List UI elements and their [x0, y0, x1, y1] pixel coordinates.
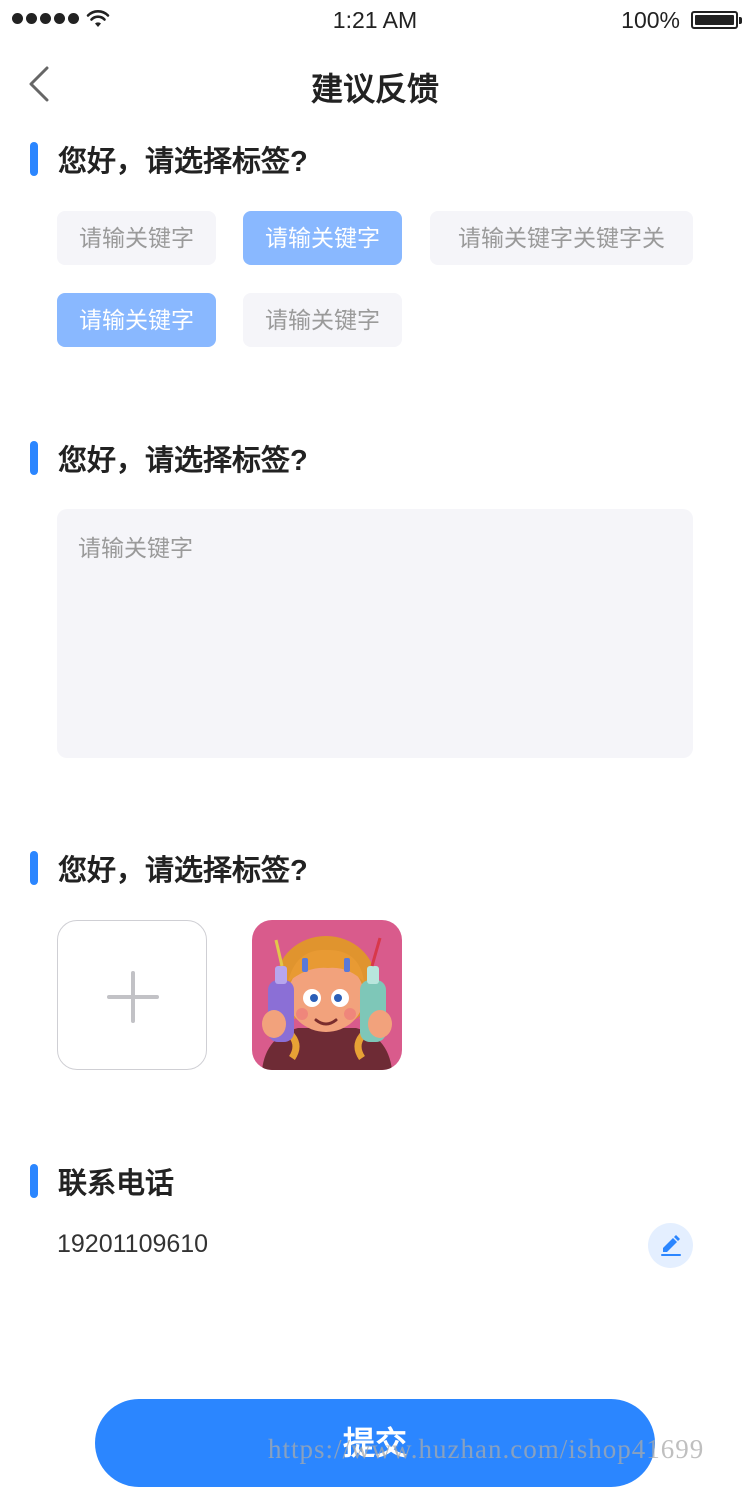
section-accent-bar	[30, 142, 38, 176]
section-title-tags: 您好，请选择标签?	[58, 146, 308, 178]
battery-level	[695, 15, 734, 25]
section-accent-bar	[30, 851, 38, 885]
add-image-button[interactable]	[57, 920, 207, 1070]
edit-phone-button[interactable]	[648, 1223, 693, 1268]
phone-number: 19201109610	[57, 1230, 209, 1258]
section-header-tags: 您好，请选择标签?	[30, 138, 308, 180]
textarea-placeholder: 请输关键字	[78, 535, 193, 561]
feedback-textarea[interactable]: 请输关键字	[57, 509, 693, 758]
section-title-phone: 联系电话	[58, 1168, 175, 1200]
pencil-icon	[661, 1235, 681, 1256]
section-accent-bar	[30, 1164, 38, 1198]
page-title: 建议反馈	[310, 71, 439, 107]
watermark-text: https://www.huzhan.com/ishop41699	[268, 1434, 705, 1464]
tag-option[interactable]: 请输关键字	[57, 211, 216, 265]
tag-option-selected[interactable]: 请输关键字	[243, 211, 402, 265]
section-header-phone: 联系电话	[30, 1160, 174, 1202]
section-accent-bar	[30, 441, 38, 475]
section-title-description: 您好，请选择标签?	[58, 445, 308, 477]
tag-option[interactable]: 请输关键字关键字关	[430, 211, 693, 265]
battery-percent: 100%	[621, 7, 680, 33]
status-bar: 1:21 AM 100%	[0, 0, 750, 40]
section-header-description: 您好，请选择标签?	[30, 437, 308, 479]
battery-icon	[691, 11, 742, 29]
tag-option-selected[interactable]: 请输关键字	[57, 293, 216, 347]
nav-bar: 建议反馈	[0, 50, 750, 118]
tag-option[interactable]: 请输关键字	[243, 293, 402, 347]
section-header-images: 您好，请选择标签?	[30, 847, 308, 889]
uploaded-image-thumbnail[interactable]	[252, 920, 402, 1070]
section-title-images: 您好，请选择标签?	[58, 855, 308, 887]
uploaded-photo-image	[252, 920, 402, 1070]
